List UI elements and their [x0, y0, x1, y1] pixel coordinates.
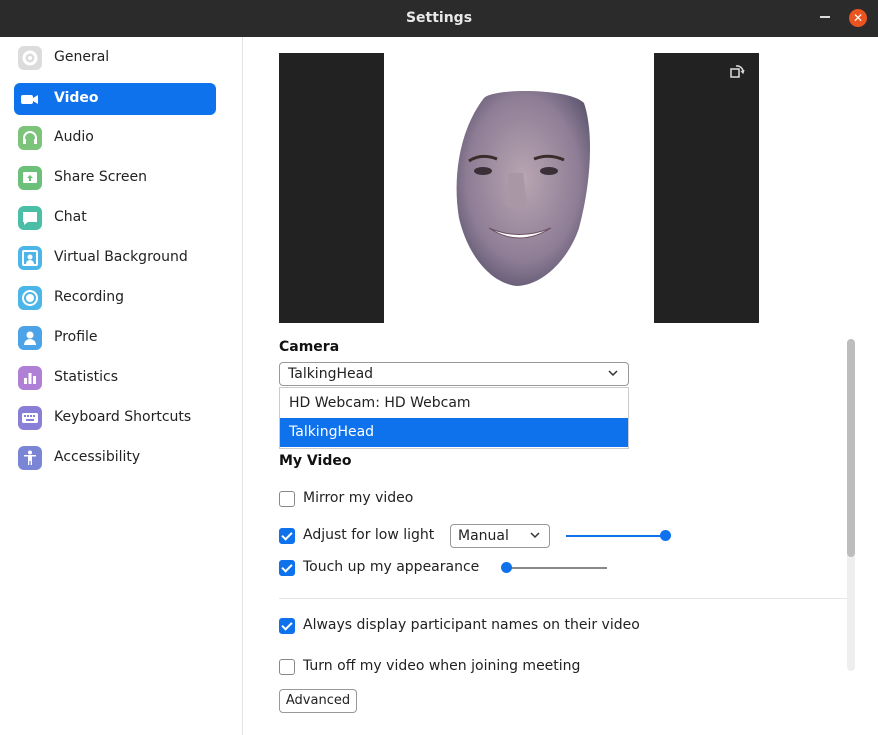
keyboard-icon — [18, 406, 42, 430]
close-button[interactable]: ✕ — [849, 9, 867, 27]
low-light-checkbox[interactable] — [279, 528, 295, 544]
face-preview-image — [456, 91, 591, 287]
mirror-video-label: Mirror my video — [303, 490, 414, 506]
chevron-down-icon — [529, 529, 541, 545]
scrollbar-thumb[interactable] — [847, 339, 855, 557]
statistics-icon — [18, 366, 42, 390]
minimize-button[interactable] — [820, 16, 830, 18]
sidebar-item-label: Profile — [54, 329, 98, 345]
low-light-mode-value: Manual — [458, 528, 509, 544]
low-light-mode-select[interactable]: Manual — [450, 524, 550, 548]
chat-bubble-icon — [18, 206, 42, 230]
sidebar-item-audio[interactable]: Audio — [14, 122, 216, 154]
camera-option-label: TalkingHead — [289, 424, 375, 440]
recording-icon — [18, 286, 42, 310]
sidebar-item-general[interactable]: General — [14, 42, 216, 74]
sidebar-item-label: General — [54, 49, 110, 65]
touch-up-slider-handle[interactable] — [501, 562, 512, 573]
sidebar-item-label: Recording — [54, 289, 125, 305]
sidebar-item-label: Keyboard Shortcuts — [54, 409, 192, 425]
turn-off-video-checkbox[interactable] — [279, 659, 295, 675]
camera-dropdown-list: HD Webcam: HD Webcam TalkingHead — [279, 387, 629, 449]
sidebar-item-label: Accessibility — [54, 449, 141, 465]
window-title: Settings — [405, 10, 473, 26]
mirror-video-checkbox[interactable] — [279, 491, 295, 507]
camera-heading: Camera — [279, 339, 340, 355]
sidebar: General Video Audio Share Screen Chat Vi… — [0, 37, 243, 735]
camera-option-label: HD Webcam: HD Webcam — [289, 395, 471, 411]
low-light-label: Adjust for low light — [303, 527, 435, 543]
camera-option-selected[interactable]: TalkingHead — [280, 418, 628, 447]
touch-up-slider-track[interactable] — [507, 567, 607, 569]
video-camera-icon — [18, 87, 42, 111]
title-bar: Settings ✕ — [0, 0, 878, 37]
touch-up-checkbox[interactable] — [279, 560, 295, 576]
camera-option[interactable]: HD Webcam: HD Webcam — [280, 389, 628, 418]
section-divider — [279, 598, 849, 599]
sidebar-item-recording[interactable]: Recording — [14, 282, 216, 314]
sidebar-item-keyboard-shortcuts[interactable]: Keyboard Shortcuts — [14, 402, 216, 434]
accessibility-icon — [18, 446, 42, 470]
sidebar-item-profile[interactable]: Profile — [14, 322, 216, 354]
sidebar-item-video[interactable]: Video — [14, 83, 216, 115]
camera-select-value: TalkingHead — [288, 366, 374, 382]
sidebar-item-chat[interactable]: Chat — [14, 202, 216, 234]
chevron-down-icon — [607, 367, 619, 383]
gear-icon — [18, 46, 42, 70]
headphones-icon — [18, 126, 42, 150]
sidebar-item-label: Virtual Background — [54, 249, 188, 265]
low-light-slider-handle[interactable] — [660, 530, 671, 541]
sidebar-item-share-screen[interactable]: Share Screen — [14, 162, 216, 194]
display-names-label: Always display participant names on thei… — [303, 617, 640, 633]
sidebar-item-label: Audio — [54, 129, 94, 145]
sidebar-item-label: Statistics — [54, 369, 118, 385]
share-screen-icon — [18, 166, 42, 190]
sidebar-item-label: Video — [54, 90, 99, 106]
sidebar-item-virtual-background[interactable]: Virtual Background — [14, 242, 216, 274]
low-light-slider-track[interactable] — [566, 535, 666, 537]
camera-select[interactable]: TalkingHead — [279, 362, 629, 386]
sidebar-item-accessibility[interactable]: Accessibility — [14, 442, 216, 474]
my-video-heading: My Video — [279, 453, 352, 469]
advanced-button-label: Advanced — [285, 693, 351, 708]
profile-icon — [18, 326, 42, 350]
touch-up-label: Touch up my appearance — [303, 559, 480, 575]
display-names-checkbox[interactable] — [279, 618, 295, 634]
advanced-button[interactable]: Advanced — [279, 689, 357, 713]
rotate-camera-icon[interactable] — [729, 63, 745, 83]
sidebar-item-label: Share Screen — [54, 169, 147, 185]
sidebar-item-label: Chat — [54, 209, 87, 225]
virtual-background-icon — [18, 246, 42, 270]
video-settings-panel: Camera TalkingHead HD Webcam: HD Webcam … — [243, 37, 878, 735]
turn-off-video-label: Turn off my video when joining meeting — [303, 658, 581, 674]
video-preview — [279, 53, 759, 323]
sidebar-item-statistics[interactable]: Statistics — [14, 362, 216, 394]
